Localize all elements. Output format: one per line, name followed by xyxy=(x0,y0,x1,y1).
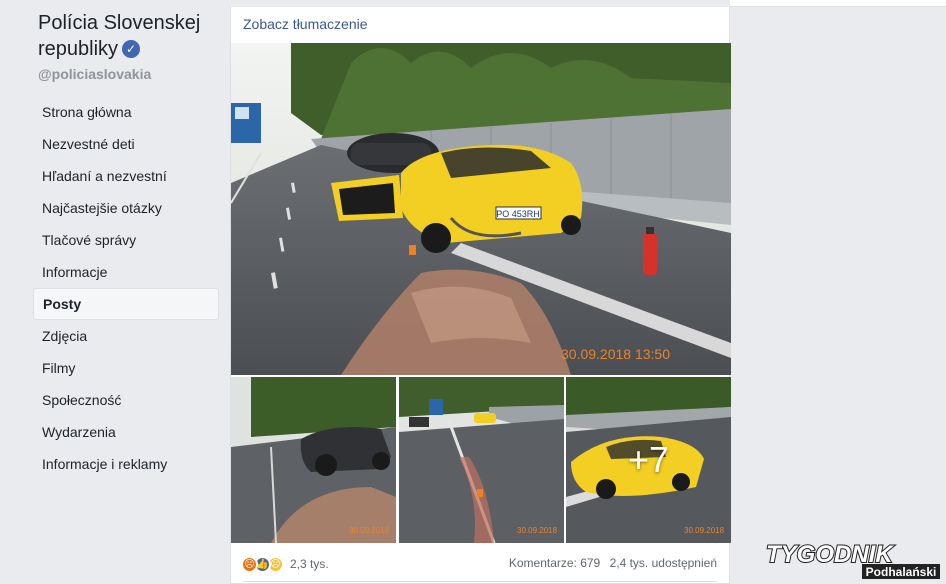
watermark-line2: Podhalański xyxy=(866,565,937,579)
watermark-graphic: TYGODNIK Podhalański xyxy=(765,540,940,579)
divider xyxy=(243,581,717,582)
photo-thumbnails: 30.09.2018 30.09.2018 30.09.2018 +7 xyxy=(231,377,731,543)
nav-item-community[interactable]: Społeczność xyxy=(33,384,219,416)
more-photos-count[interactable]: +7 xyxy=(566,377,731,543)
nav-item-posts[interactable]: Posty xyxy=(33,288,219,320)
comments-count[interactable]: Komentarze: 679 xyxy=(509,556,600,570)
crash-scene-photo: PO 453RH 30.09.2018 13:50 xyxy=(231,43,731,375)
thumbnail-1-stamp: 30.09.2018 xyxy=(349,526,390,535)
post-card: Zobacz tłumaczenie PO 453RH 30.09.2018 1… xyxy=(230,7,731,584)
see-translation-link[interactable]: Zobacz tłumaczenie xyxy=(243,16,368,32)
thumbnail-1-image: 30.09.2018 xyxy=(231,377,396,543)
page-sidebar: Polícia Slovenskej republiky ✓ @policiasl… xyxy=(0,0,230,584)
reactions-summary[interactable]: ☹ 👍 ☹ 2,3 tys. xyxy=(241,554,329,574)
watermark-logo: TYGODNIK Podhalański xyxy=(762,540,942,582)
post-stats: Komentarze: 679 2,4 tys. udostępnień xyxy=(509,556,717,570)
page-name-text[interactable]: Polícia Slovenskej republiky xyxy=(38,12,200,60)
license-plate: PO 453RH xyxy=(496,209,540,219)
photo-timestamp: 30.09.2018 13:50 xyxy=(561,346,670,362)
nav-item-press[interactable]: Tlačové správy xyxy=(33,224,219,256)
nav-item-faq[interactable]: Najčastejšie otázky xyxy=(33,192,219,224)
top-bar xyxy=(730,0,946,7)
page-handle[interactable]: @policiaslovakia xyxy=(38,66,151,82)
thumbnail-3-more[interactable]: 30.09.2018 +7 xyxy=(566,377,731,543)
angry-reaction-icon: ☹ xyxy=(241,555,258,573)
nav-item-home[interactable]: Strona główna xyxy=(33,96,219,128)
thumbnail-2[interactable]: 30.09.2018 xyxy=(399,377,564,543)
nav-item-videos[interactable]: Filmy xyxy=(33,352,219,384)
reactions-count[interactable]: 2,3 tys. xyxy=(290,557,329,571)
nav-item-missing-children[interactable]: Nezvestné deti xyxy=(33,128,219,160)
nav-item-events[interactable]: Wydarzenia xyxy=(33,416,219,448)
verified-badge-icon: ✓ xyxy=(122,40,141,58)
post-main-photo[interactable]: PO 453RH 30.09.2018 13:50 xyxy=(231,43,731,375)
nav-item-info[interactable]: Informacje xyxy=(33,256,219,288)
thumbnail-2-stamp: 30.09.2018 xyxy=(517,526,558,535)
thumbnail-1[interactable]: 30.09.2018 xyxy=(231,377,396,543)
nav-item-photos[interactable]: Zdjęcia xyxy=(33,320,219,352)
page-title[interactable]: Polícia Slovenskej republiky ✓ xyxy=(38,10,218,62)
shares-count[interactable]: 2,4 tys. udostępnień xyxy=(610,556,717,570)
watermark-line1: TYGODNIK xyxy=(766,541,894,568)
nav-item-wanted-missing[interactable]: Hľadaní a nezvestní xyxy=(33,160,219,192)
thumbnail-2-image: 30.09.2018 xyxy=(399,377,564,543)
nav-item-about-ads[interactable]: Informacje i reklamy xyxy=(33,448,219,480)
page-nav: Strona główna Nezvestné deti Hľadaní a n… xyxy=(33,96,219,480)
